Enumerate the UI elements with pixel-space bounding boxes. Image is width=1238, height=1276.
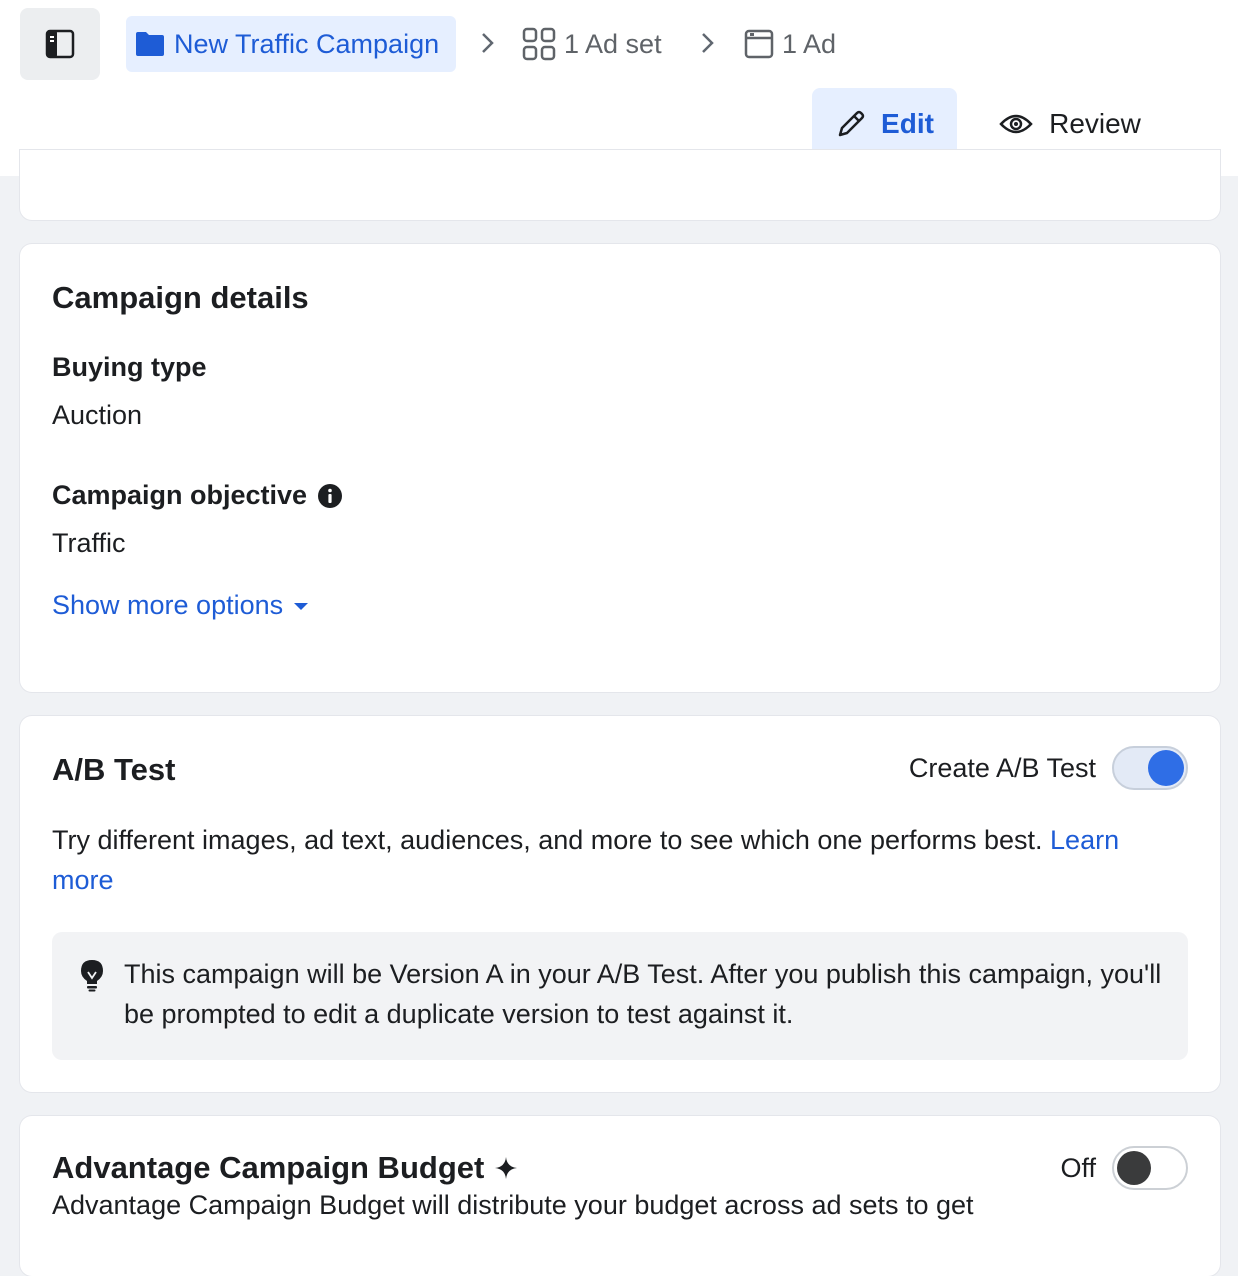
ab-test-tip-text: This campaign will be Version A in your … [124,959,1162,1029]
edit-mode-label: Edit [881,108,934,139]
sparkle-icon [495,1157,518,1179]
sidebar-toggle-button[interactable] [20,8,100,80]
toggle-knob [1117,1151,1151,1185]
advantage-budget-toggle-row: Off [1060,1146,1188,1190]
ab-test-tip-box: This campaign will be Version A in your … [52,932,1188,1060]
folder-icon [134,30,166,58]
advantage-budget-toggle[interactable] [1112,1146,1188,1190]
ab-test-card: A/B Test Create A/B Test Try different i… [20,716,1220,1092]
buying-type-label: Buying type [52,352,207,382]
learn-more-part-2: more [52,865,114,895]
advantage-budget-description: Advantage Campaign Budget will distribut… [52,1190,974,1220]
show-more-options-link[interactable]: Show more options [52,590,309,621]
advantage-budget-card: Advantage Campaign Budget Off Advantage … [20,1116,1220,1276]
review-mode-label: Review [1049,108,1141,139]
lightbulb-icon [81,960,103,992]
sidebar-icon [45,29,75,59]
breadcrumb-ad-label: 1 Ad [782,28,837,59]
ab-test-toggle-row: Create A/B Test [909,746,1188,790]
pencil-icon [838,110,865,137]
show-more-options-label: Show more options [52,590,284,620]
caret-down-icon [294,602,309,610]
campaign-objective-value: Traffic [52,528,126,558]
breadcrumb-campaign-label: New Traffic Campaign [174,28,440,59]
chevron-right-icon [702,33,714,53]
campaign-objective-label-row: Campaign objective [52,480,343,511]
ab-test-description: Try different images, ad text, audiences… [52,820,1192,900]
advantage-budget-title-row: Advantage Campaign Budget [52,1150,518,1186]
advantage-budget-title: Advantage Campaign Budget [52,1150,485,1185]
campaign-details-card: Campaign details Buying type Auction Cam… [20,244,1220,692]
chevron-right-icon [482,33,494,53]
breadcrumb-campaign[interactable]: New Traffic Campaign [126,16,456,72]
learn-more-part-1: Learn [1050,825,1120,855]
previous-card-bottom [20,150,1220,220]
info-icon[interactable] [317,483,343,509]
buying-type-value: Auction [52,400,143,430]
breadcrumb-adset-label: 1 Ad set [564,28,662,59]
ab-test-title: A/B Test [52,752,176,787]
eye-icon [999,114,1033,134]
ab-test-description-text: Try different images, ad text, audiences… [52,825,1043,855]
ab-test-toggle[interactable] [1112,746,1188,790]
grid-icon [522,27,556,61]
breadcrumb-ad[interactable]: 1 Ad [744,16,836,72]
campaign-details-title: Campaign details [52,280,309,315]
campaign-objective-label: Campaign objective [52,480,308,510]
advantage-budget-toggle-label: Off [1060,1152,1096,1183]
toggle-knob [1148,750,1184,786]
ad-window-icon [744,29,774,59]
ab-test-toggle-label: Create A/B Test [908,752,1096,783]
breadcrumb-adset[interactable]: 1 Ad set [522,16,662,72]
